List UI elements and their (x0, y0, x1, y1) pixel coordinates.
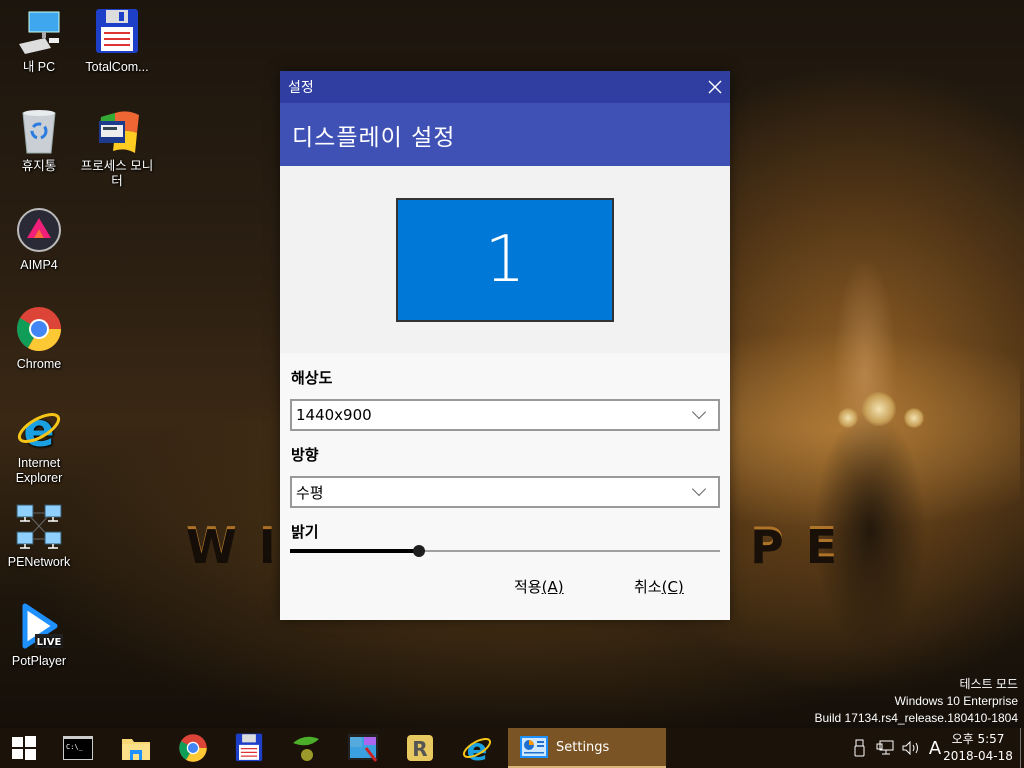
usb-icon[interactable] (848, 739, 872, 757)
slider-thumb[interactable] (413, 545, 425, 557)
svg-text:LIVE: LIVE (37, 637, 62, 648)
chrome-icon (15, 305, 63, 353)
taskbar-chrome[interactable] (169, 728, 217, 768)
show-desktop-button[interactable] (1020, 728, 1024, 768)
system-tray: A (848, 728, 946, 768)
potplayer-icon: LIVE (15, 602, 63, 650)
process-monitor-icon (93, 107, 141, 155)
recycle-bin-icon (15, 107, 63, 155)
svg-text:C:\_: C:\_ (66, 743, 84, 751)
close-button[interactable] (700, 71, 730, 103)
floppy-disk-icon (93, 8, 141, 56)
aimp-icon (15, 206, 63, 254)
wallpaper-headlight-left (838, 408, 858, 428)
taskbar-internet-explorer[interactable]: e (453, 728, 501, 768)
r-app-icon: R (407, 735, 433, 761)
desktop-icon-recycle-bin[interactable]: 휴지통 (1, 107, 77, 174)
taskbar-total-commander[interactable] (225, 728, 273, 768)
orientation-value: 수평 (296, 483, 324, 502)
close-icon (708, 80, 722, 94)
settings-window-icon (520, 736, 548, 758)
internet-explorer-icon: e (462, 733, 492, 764)
internet-explorer-icon: e (15, 403, 63, 457)
paint-icon (348, 734, 378, 762)
taskbar-paint-app[interactable] (339, 728, 387, 768)
wallpaper-headlight-right (904, 408, 924, 428)
apply-button[interactable]: 적용(A) (514, 576, 564, 597)
dialog-titlebar[interactable]: 설정 (280, 71, 730, 103)
page-title: 디스플레이 설정 (280, 103, 730, 166)
chrome-icon (179, 734, 207, 762)
file-explorer-icon (122, 739, 150, 760)
desktop-icon-this-pc[interactable]: 내 PC (1, 8, 77, 75)
network-icon (15, 503, 63, 551)
network-icon[interactable] (872, 740, 898, 756)
monitor-1-tile[interactable]: 1 (396, 198, 614, 322)
resolution-value: 1440x900 (296, 406, 372, 424)
wallpaper-headlight (862, 392, 896, 426)
chevron-down-icon (691, 404, 707, 420)
olive-leaf-icon (293, 736, 319, 761)
resolution-dropdown[interactable]: 1440x900 (290, 399, 720, 431)
display-settings-dialog: 설정 디스플레이 설정 1 해상도 1440x900 방향 수평 밝기 적용(A… (280, 71, 730, 620)
display-preview-area: 1 (280, 166, 730, 353)
chevron-down-icon (691, 481, 707, 497)
windows-start-icon (12, 736, 36, 760)
settings-window-label: Settings (556, 739, 610, 755)
desktop-icon-total-commander[interactable]: TotalCom... (79, 8, 155, 75)
svg-text:R: R (412, 737, 427, 761)
computer-icon (15, 8, 63, 56)
brightness-label: 밝기 (291, 523, 319, 541)
resolution-label: 해상도 (291, 369, 333, 387)
taskbar-settings-window[interactable]: Settings (508, 728, 666, 768)
start-button[interactable] (0, 728, 48, 768)
brightness-slider[interactable] (290, 544, 720, 558)
desktop-icon-chrome[interactable]: Chrome (1, 305, 77, 372)
clock-time: 오후 5:57 (951, 732, 1005, 746)
svg-text:e: e (23, 404, 54, 452)
desktop-icon-process-monitor[interactable]: 프로세스 모니터 (79, 107, 155, 189)
taskbar-olive-app[interactable] (282, 728, 330, 768)
desktop-icon-internet-explorer[interactable]: e Internet Explorer (1, 403, 77, 486)
taskbar-cmd[interactable]: C:\_ (54, 728, 102, 768)
taskbar-file-explorer[interactable] (112, 728, 160, 768)
window-title: 설정 (288, 80, 314, 96)
taskbar-clock[interactable]: 오후 5:57 2018-04-18 (938, 728, 1018, 768)
desktop-icon-penetwork[interactable]: PENetwork (1, 503, 77, 570)
orientation-label: 방향 (291, 446, 319, 464)
floppy-disk-icon (235, 733, 263, 762)
test-mode-watermark: 테스트 모드 Windows 10 Enterprise Build 17134… (814, 677, 1019, 725)
taskbar-r-app[interactable]: R (396, 728, 444, 768)
taskbar: C:\_ R e Settings A (0, 728, 1024, 768)
volume-icon[interactable] (898, 741, 924, 755)
svg-text:e: e (467, 733, 488, 764)
orientation-dropdown[interactable]: 수평 (290, 476, 720, 508)
slider-fill (290, 549, 419, 553)
desktop-icon-potplayer[interactable]: LIVE PotPlayer (1, 602, 77, 669)
command-prompt-icon: C:\_ (63, 736, 93, 760)
monitor-number: 1 (484, 223, 526, 297)
cancel-button[interactable]: 취소(C) (634, 576, 684, 597)
clock-date: 2018-04-18 (943, 749, 1013, 763)
desktop-icon-aimp4[interactable]: AIMP4 (1, 206, 77, 273)
wallpaper-letters-right: PE (750, 520, 860, 574)
